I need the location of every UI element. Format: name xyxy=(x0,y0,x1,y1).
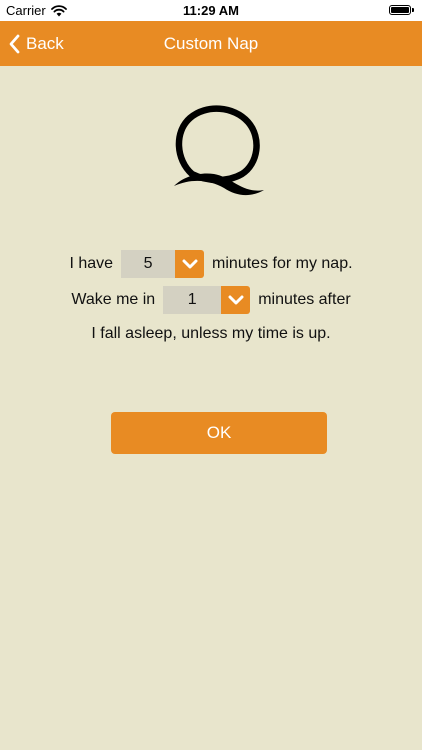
chevron-left-icon xyxy=(9,34,20,53)
back-label: Back xyxy=(26,33,64,53)
nap-length-row: I have 5 minutes for my nap. xyxy=(0,249,422,279)
chevron-down-icon xyxy=(228,295,244,305)
nap-prefix-label: I have xyxy=(69,255,114,272)
carrier-label: Carrier xyxy=(6,3,46,18)
wifi-icon xyxy=(50,4,67,16)
nav-bar: Back Custom Nap xyxy=(0,21,422,66)
wake-suffix-label: minutes after xyxy=(258,291,351,308)
wake-delay-row: Wake me in 1 minutes after xyxy=(0,285,422,315)
battery-cap xyxy=(412,8,414,12)
nap-minutes-value: 5 xyxy=(121,250,176,278)
nap-suffix-label: minutes for my nap. xyxy=(212,255,353,272)
fall-asleep-text: I fall asleep, unless my time is up. xyxy=(91,325,331,342)
nap-minutes-picker[interactable]: 5 xyxy=(121,250,205,278)
wake-prefix-label: Wake me in xyxy=(71,291,156,308)
status-bar: Carrier 11:29 AM xyxy=(0,0,422,21)
wake-minutes-picker[interactable]: 1 xyxy=(163,286,251,314)
chevron-down-icon xyxy=(182,259,198,269)
wake-minutes-value: 1 xyxy=(163,286,222,314)
back-button[interactable]: Back xyxy=(8,21,64,66)
q-logo-icon xyxy=(174,105,264,196)
carrier-info: Carrier xyxy=(6,3,67,18)
wake-minutes-dropdown-button[interactable] xyxy=(221,286,251,314)
battery-icon xyxy=(389,5,414,15)
battery-body xyxy=(389,5,411,15)
ok-button[interactable]: OK xyxy=(111,412,327,454)
nap-minutes-dropdown-button[interactable] xyxy=(175,250,205,278)
battery-fill xyxy=(391,7,409,13)
